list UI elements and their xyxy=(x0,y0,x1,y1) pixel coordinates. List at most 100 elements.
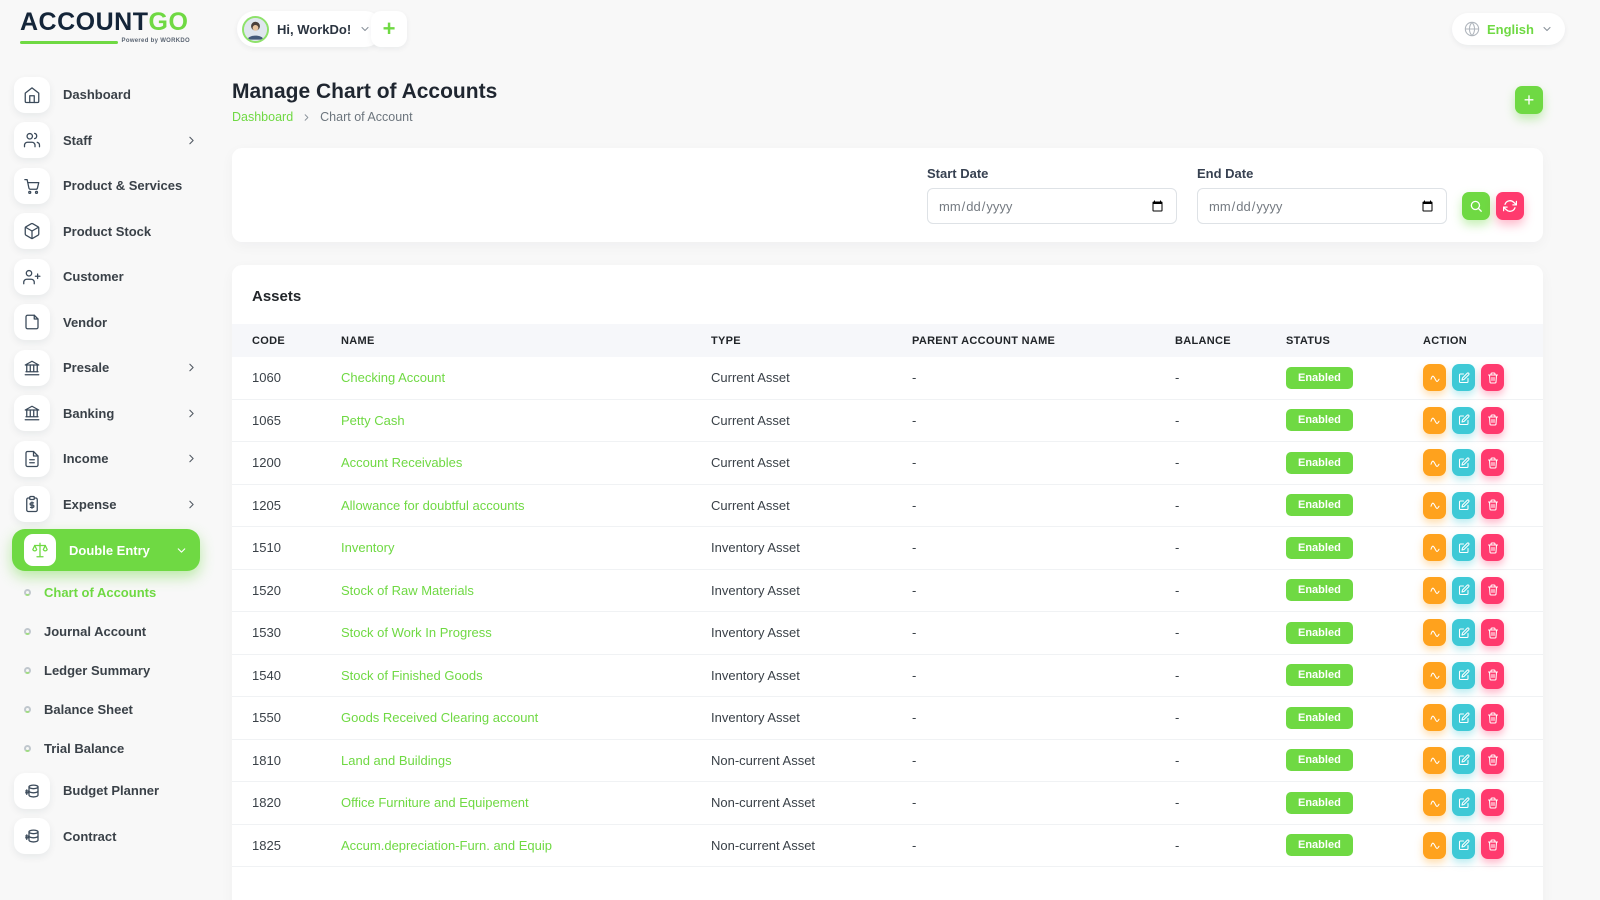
sidebar-subitem-ledger-summary[interactable]: Ledger Summary xyxy=(0,651,212,690)
account-name-link[interactable]: Stock of Work In Progress xyxy=(341,625,492,640)
wave-icon xyxy=(1429,797,1441,809)
sidebar-subitem-chart-of-accounts[interactable]: Chart of Accounts xyxy=(0,573,212,612)
sidebar-item-dashboard[interactable]: Dashboard xyxy=(0,72,212,118)
sidebar-item-presale[interactable]: Presale xyxy=(0,345,212,391)
breadcrumb-dashboard-link[interactable]: Dashboard xyxy=(232,110,293,124)
delete-button[interactable] xyxy=(1481,449,1504,476)
activity-button[interactable] xyxy=(1423,662,1446,689)
account-code: 1550 xyxy=(252,710,341,725)
delete-button[interactable] xyxy=(1481,662,1504,689)
delete-button[interactable] xyxy=(1481,407,1504,434)
delete-button[interactable] xyxy=(1481,619,1504,646)
end-date-input[interactable] xyxy=(1197,188,1447,224)
delete-button[interactable] xyxy=(1481,747,1504,774)
edit-button[interactable] xyxy=(1452,449,1475,476)
activity-button[interactable] xyxy=(1423,449,1446,476)
start-date-input[interactable] xyxy=(927,188,1177,224)
activity-button[interactable] xyxy=(1423,364,1446,391)
sidebar-item-budget-planner[interactable]: Budget Planner xyxy=(0,768,212,814)
bullet-icon xyxy=(24,745,31,752)
activity-button[interactable] xyxy=(1423,492,1446,519)
reset-button[interactable] xyxy=(1496,192,1524,220)
edit-button[interactable] xyxy=(1452,619,1475,646)
sidebar-item-double-entry[interactable]: Double Entry xyxy=(12,529,200,571)
user-menu[interactable]: Hi, WorkDo! xyxy=(237,11,383,47)
wave-icon xyxy=(1429,839,1441,851)
account-name-link[interactable]: Inventory xyxy=(341,540,394,555)
edit-button[interactable] xyxy=(1452,492,1475,519)
sidebar-item-banking[interactable]: Banking xyxy=(0,391,212,437)
row-actions xyxy=(1423,449,1523,476)
activity-button[interactable] xyxy=(1423,789,1446,816)
main-content: Manage Chart of Accounts Dashboard Chart… xyxy=(232,80,1543,124)
sidebar-item-product-services[interactable]: Product & Services xyxy=(0,163,212,209)
parent-account-name: - xyxy=(912,625,1175,640)
account-name-link[interactable]: Account Receivables xyxy=(341,455,462,470)
wave-icon xyxy=(1429,754,1441,766)
parent-account-name: - xyxy=(912,540,1175,555)
account-name-link[interactable]: Petty Cash xyxy=(341,413,405,428)
app-logo[interactable]: ACCOUNTGO Powered by WORKDO xyxy=(20,10,190,44)
account-name-link[interactable]: Checking Account xyxy=(341,370,445,385)
row-actions xyxy=(1423,747,1523,774)
header-add-button[interactable]: + xyxy=(371,11,407,47)
sidebar-subitem-balance-sheet[interactable]: Balance Sheet xyxy=(0,690,212,729)
search-button[interactable] xyxy=(1462,192,1490,220)
account-name-link[interactable]: Accum.depreciation-Furn. and Equip xyxy=(341,838,552,853)
edit-button[interactable] xyxy=(1452,407,1475,434)
document-icon xyxy=(14,441,50,477)
delete-button[interactable] xyxy=(1481,832,1504,859)
chevron-right-icon xyxy=(185,498,198,511)
delete-button[interactable] xyxy=(1481,534,1504,561)
sidebar-item-vendor[interactable]: Vendor xyxy=(0,300,212,346)
activity-button[interactable] xyxy=(1423,619,1446,646)
edit-button[interactable] xyxy=(1452,534,1475,561)
activity-button[interactable] xyxy=(1423,407,1446,434)
account-name-link[interactable]: Goods Received Clearing account xyxy=(341,710,538,725)
edit-button[interactable] xyxy=(1452,662,1475,689)
sidebar-item-product-stock[interactable]: Product Stock xyxy=(0,209,212,255)
account-name-link[interactable]: Land and Buildings xyxy=(341,753,452,768)
account-name-link[interactable]: Allowance for doubtful accounts xyxy=(341,498,525,513)
activity-button[interactable] xyxy=(1423,534,1446,561)
edit-button[interactable] xyxy=(1452,577,1475,604)
edit-button[interactable] xyxy=(1452,704,1475,731)
account-name-link[interactable]: Office Furniture and Equipement xyxy=(341,795,529,810)
edit-button[interactable] xyxy=(1452,364,1475,391)
accounts-table-card: Assets CODE NAME TYPE PARENT ACCOUNT NAM… xyxy=(232,265,1543,900)
edit-button[interactable] xyxy=(1452,832,1475,859)
clipboard-dollar-icon xyxy=(14,486,50,522)
account-balance: - xyxy=(1175,625,1286,640)
account-name-link[interactable]: Stock of Raw Materials xyxy=(341,583,474,598)
create-account-button[interactable]: + xyxy=(1515,86,1543,114)
sidebar-subitem-trial-balance[interactable]: Trial Balance xyxy=(0,729,212,768)
trash-icon xyxy=(1487,457,1499,469)
edit-button[interactable] xyxy=(1452,747,1475,774)
col-code: CODE xyxy=(252,335,341,347)
sidebar-item-customer[interactable]: Customer xyxy=(0,254,212,300)
delete-button[interactable] xyxy=(1481,492,1504,519)
delete-button[interactable] xyxy=(1481,704,1504,731)
scales-icon xyxy=(24,534,56,566)
row-actions xyxy=(1423,492,1523,519)
sidebar-item-staff[interactable]: Staff xyxy=(0,118,212,164)
activity-button[interactable] xyxy=(1423,704,1446,731)
account-type: Non-current Asset xyxy=(711,838,912,853)
sidebar-item-expense[interactable]: Expense xyxy=(0,482,212,528)
chevron-right-icon xyxy=(301,112,312,123)
language-selector[interactable]: English xyxy=(1452,13,1565,45)
users-icon xyxy=(14,122,50,158)
delete-button[interactable] xyxy=(1481,789,1504,816)
activity-button[interactable] xyxy=(1423,832,1446,859)
delete-button[interactable] xyxy=(1481,364,1504,391)
sidebar-subitem-journal-account[interactable]: Journal Account xyxy=(0,612,212,651)
sidebar-item-contract[interactable]: Contract xyxy=(0,814,212,860)
account-name-link[interactable]: Stock of Finished Goods xyxy=(341,668,483,683)
edit-icon xyxy=(1458,839,1470,851)
delete-button[interactable] xyxy=(1481,577,1504,604)
breadcrumb: Dashboard Chart of Account xyxy=(232,110,1543,124)
edit-button[interactable] xyxy=(1452,789,1475,816)
sidebar-item-income[interactable]: Income xyxy=(0,436,212,482)
activity-button[interactable] xyxy=(1423,577,1446,604)
activity-button[interactable] xyxy=(1423,747,1446,774)
